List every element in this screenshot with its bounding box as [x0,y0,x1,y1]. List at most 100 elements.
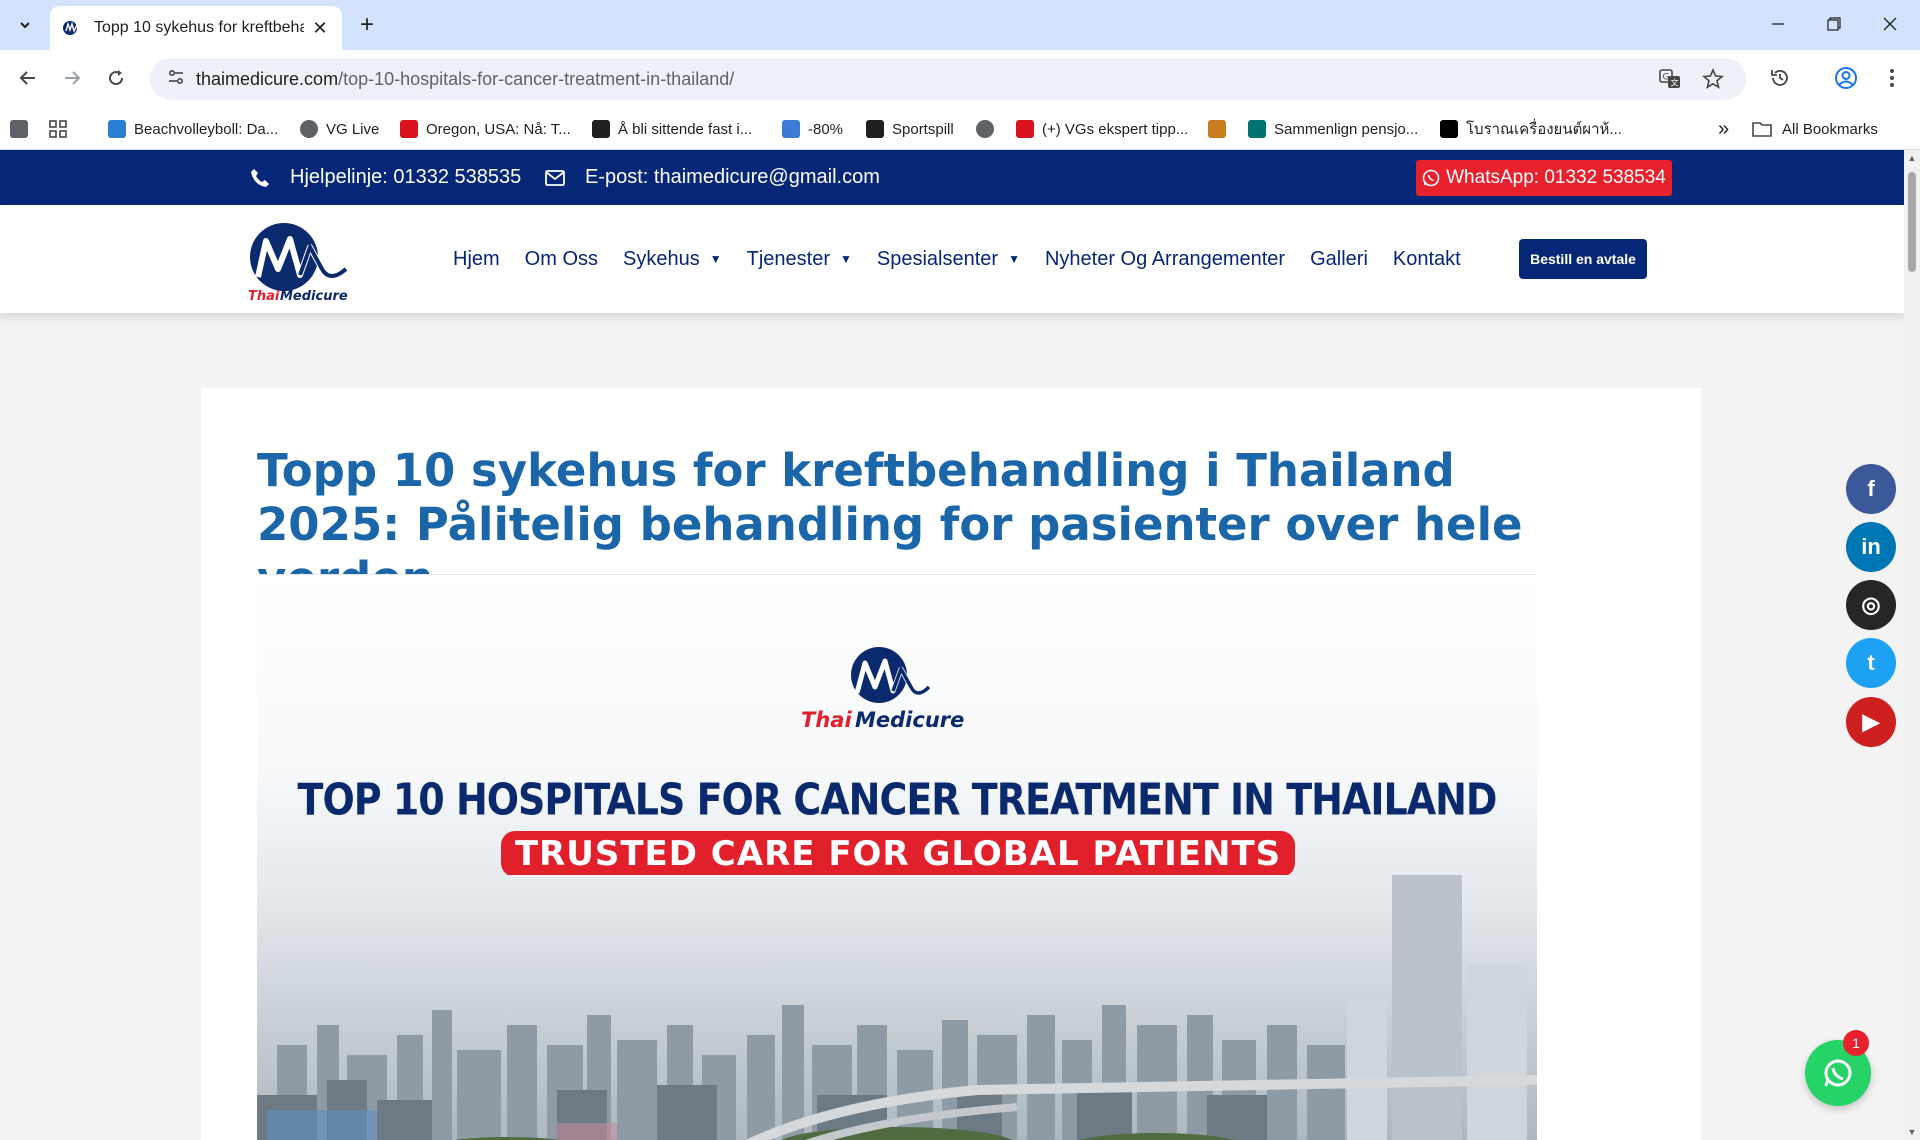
close-icon [1883,17,1897,31]
menu-item-sykehus[interactable]: Sykehus ▼ [623,248,722,271]
bookmark-label: Å bli sittende fast i... [618,120,753,138]
twitter-icon[interactable]: t [1846,638,1896,688]
bookmark-item[interactable]: VG Live [300,116,379,142]
scroll-up-icon[interactable]: ▲ [1904,150,1920,166]
menu-item-hjem[interactable]: Hjem [453,248,500,271]
email-link[interactable]: E-post: thaimedicure@gmail.com [545,150,880,205]
minimize-button[interactable] [1758,8,1798,40]
dnb-icon [1248,120,1266,138]
facebook-glyph: f [1867,476,1875,501]
site-info-icon[interactable] [156,68,196,91]
bookmark-item[interactable]: โบราณเครื่องยนต์ผาห้... [1440,116,1622,142]
bookmark-star-icon[interactable] [1702,58,1724,100]
svg-text:Thai: Thai [248,289,280,303]
tab-groups-icon[interactable] [10,116,36,142]
hero-image: Thai Medicure TOP 10 HOSPITALS FOR CANCE… [257,575,1537,1140]
bookmark-item[interactable]: Å bli sittende fast i... [592,116,752,142]
browser-toolbar: thaimedicure.com/top-10-hospitals-for-ca… [0,50,1920,108]
back-button[interactable] [10,60,46,96]
svg-text:Medicure: Medicure [280,289,348,303]
helpline-text: Hjelpelinje: 01332 538535 [290,166,522,188]
menu-item-label: Nyheter Og Arrangementer [1044,247,1286,270]
apps-grid-icon[interactable] [48,116,68,142]
tab-title: Topp 10 sykehus for kreftbehan [94,19,304,36]
menu-item-label: Om Oss [524,247,599,270]
linkedin-icon[interactable]: in [1846,522,1896,572]
reload-button[interactable] [98,60,134,96]
bookmark-label: Beachvolleyboll: Da... [134,120,279,138]
menu-item-label: Hjem [453,247,500,270]
svg-text:Thai: Thai [801,708,852,732]
translate-icon[interactable]: G文 [1658,58,1682,100]
facebook-icon[interactable]: f [1846,464,1896,514]
more-bookmarks-button[interactable]: » [1718,116,1729,142]
bookmark-item[interactable]: Sammenlign pensjo... [1248,116,1418,142]
globe-icon [976,120,994,138]
thaimedicure-logo[interactable]: Thai Medicure [248,219,350,303]
new-tab-button[interactable]: + [352,10,382,40]
history-icon[interactable] [1762,60,1798,96]
menu-item-label: Galleri [1310,247,1368,270]
menu-item-tjenester[interactable]: Tjenester ▼ [747,248,852,271]
menu-item-galleri[interactable]: Galleri [1310,248,1368,271]
profile-icon[interactable] [1828,60,1864,96]
menu-item-label: Sykehus [623,247,700,270]
instagram-icon[interactable]: ◎ [1846,580,1896,630]
page-viewport: Hjelpelinje: 01332 538535 E-post: thaime… [0,150,1904,1140]
tab-strip: Topp 10 sykehus for kreftbehan ✕ + [0,0,1920,50]
tag-icon [782,120,800,138]
forward-button[interactable] [54,60,90,96]
bookmark-item[interactable] [1208,116,1234,142]
linkedin-glyph: in [1861,534,1881,559]
menu-item-spesialsenter[interactable]: Spesialsenter ▼ [877,248,1020,271]
menu-item-kontakt[interactable]: Kontakt [1393,248,1461,271]
whatsapp-top-label: WhatsApp: 01332 538534 [1446,167,1666,188]
menu-item-nyheter-og-arrangementer[interactable]: Nyheter Og Arrangementer [1045,248,1285,271]
bookmark-item[interactable]: (+) VGs ekspert tipp... [1016,116,1188,142]
url-domain: thaimedicure.com [196,68,339,89]
bookmark-item[interactable] [976,116,1002,142]
svt-icon [108,120,126,138]
vg-icon [400,120,418,138]
warning-icon [592,120,610,138]
restore-button[interactable] [1814,8,1854,40]
caret-down-icon: ▼ [840,252,852,266]
bookmark-label: -80% [808,120,844,138]
all-bookmarks-button[interactable]: All Bookmarks [1752,116,1878,142]
restore-icon [1827,17,1841,31]
bookmark-label: โบราณเครื่องยนต์ผาห้... [1466,121,1622,138]
whatsapp-icon [1422,169,1440,187]
main-menu: Hjem Om Oss Sykehus ▼ Tjenester ▼ Spesialsente… [453,205,1486,313]
active-tab[interactable]: Topp 10 sykehus for kreftbehan ✕ [50,6,342,50]
youtube-icon[interactable]: ▶ [1846,697,1896,747]
bookmark-item[interactable]: Beachvolleyboll: Da... [108,116,278,142]
thaimedicure-favicon-icon [63,21,80,35]
kebab-menu-icon[interactable] [1874,60,1910,96]
tab-search-button[interactable] [8,9,42,41]
book-appointment-button[interactable]: Bestill en avtale [1519,239,1647,279]
bookmark-label: Oregon, USA: Nå: T... [426,120,571,138]
address-bar[interactable]: thaimedicure.com/top-10-hospitals-for-ca… [150,58,1746,100]
tab-close-icon[interactable]: ✕ [310,18,330,39]
caret-down-icon: ▼ [709,252,722,266]
scroll-down-icon[interactable]: ▼ [1904,1124,1920,1140]
bookmark-item[interactable]: -80% [782,116,843,142]
bookmark-item[interactable]: Oregon, USA: Nå: T... [400,116,571,142]
hero-logo: Thai Medicure [801,647,964,732]
chevron-down-icon [20,22,30,29]
instagram-glyph: ◎ [1861,592,1881,617]
menu-item-om-oss[interactable]: Om Oss [525,248,598,271]
minimize-icon [1772,23,1784,25]
bookmarks-bar: Beachvolleyboll: Da... VG Live Oregon, USA… [0,108,1920,150]
bookmark-item[interactable]: Sportspill [866,116,954,142]
n-icon [866,120,884,138]
menu-item-label: Tjenester [746,247,830,270]
close-window-button[interactable] [1870,8,1910,40]
whatsapp-top-button[interactable]: WhatsApp: 01332 538534 [1416,160,1672,196]
article-card: Topp 10 sykehus for kreftbehandling i Th… [201,388,1701,1140]
svg-text:文: 文 [1671,78,1679,88]
scroll-thumb[interactable] [1908,172,1916,272]
helpline-link[interactable]: Hjelpelinje: 01332 538535 [250,150,521,205]
page-scrollbar[interactable]: ▲ ▼ [1904,150,1920,1140]
menu-item-label: Kontakt [1392,247,1461,270]
